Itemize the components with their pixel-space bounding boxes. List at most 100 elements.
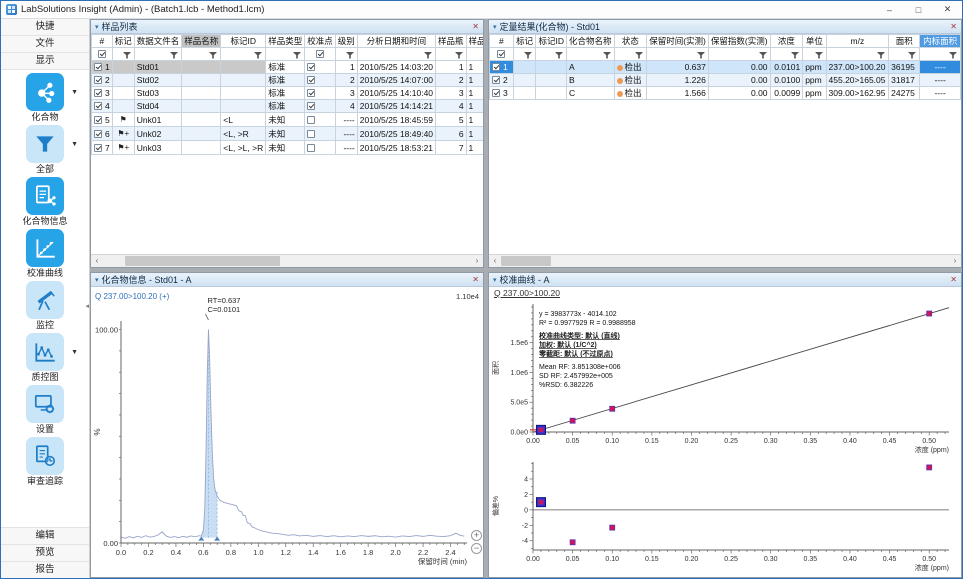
table-cell[interactable]: 1 xyxy=(436,61,467,74)
column-header[interactable]: 面积 xyxy=(889,35,920,48)
table-cell[interactable]: 2 xyxy=(490,74,514,87)
table-cell[interactable] xyxy=(182,87,221,100)
collapse-icon[interactable]: ▾ xyxy=(95,23,99,31)
checkbox[interactable] xyxy=(98,50,106,58)
close-icon[interactable]: ✕ xyxy=(950,275,957,284)
scroll-thumb[interactable] xyxy=(501,256,551,266)
data-point-marker[interactable] xyxy=(570,540,575,545)
checkbox[interactable] xyxy=(94,63,102,71)
column-header[interactable]: 标记 xyxy=(112,35,134,48)
maximize-button[interactable]: □ xyxy=(904,1,933,18)
table-row[interactable]: 7⚑+Unk03<L, >L, >R未知----2010/5/25 18:53:… xyxy=(92,141,484,155)
table-cell[interactable]: 5 xyxy=(92,113,113,127)
table-cell[interactable]: ⚑+ xyxy=(112,141,134,155)
sidebar-tool-calibration-curve[interactable]: 校准曲线 xyxy=(1,229,89,278)
table-cell[interactable]: 2 xyxy=(335,74,357,87)
table-cell[interactable]: 检出 xyxy=(614,74,647,87)
calibration-channel-link[interactable]: Q 237.00>100.20 xyxy=(489,287,961,300)
filter-cell[interactable] xyxy=(803,48,826,61)
table-cell[interactable] xyxy=(513,61,536,74)
table-row[interactable]: 1A检出0.6370.000.0101ppm237.00>100.2036195… xyxy=(490,61,961,74)
filter-cell[interactable] xyxy=(266,48,305,61)
table-cell[interactable]: 0.00 xyxy=(708,74,770,87)
checkbox[interactable] xyxy=(492,89,500,97)
column-header[interactable]: 样品瓶 xyxy=(436,35,467,48)
table-cell[interactable]: 31817 xyxy=(889,74,920,87)
column-header[interactable]: # xyxy=(92,35,113,48)
table-cell[interactable] xyxy=(221,87,266,100)
column-header[interactable]: 浓度 xyxy=(770,35,803,48)
table-cell[interactable]: 未知 xyxy=(266,113,305,127)
scroll-left-arrow[interactable]: ‹ xyxy=(489,255,501,267)
data-point-marker[interactable] xyxy=(927,465,932,470)
filter-cell[interactable] xyxy=(567,48,615,61)
table-cell[interactable]: 2010/5/25 14:10:40 xyxy=(357,87,435,100)
zoom-in-button[interactable]: + xyxy=(471,530,482,541)
sidebar-item-edit[interactable]: 编辑 xyxy=(1,527,89,544)
table-cell[interactable]: 检出 xyxy=(614,61,647,74)
table-cell[interactable]: ⚑ xyxy=(112,113,134,127)
data-point-marker[interactable] xyxy=(927,311,932,316)
filter-cell[interactable] xyxy=(536,48,567,61)
table-cell[interactable] xyxy=(182,113,221,127)
close-icon[interactable]: ✕ xyxy=(950,22,957,31)
table-cell[interactable]: 3 xyxy=(335,87,357,100)
table-cell[interactable]: C xyxy=(567,87,615,100)
table-cell[interactable] xyxy=(182,74,221,87)
column-header[interactable]: 样品类型 xyxy=(266,35,305,48)
filter-cell[interactable] xyxy=(134,48,182,61)
table-cell[interactable]: ⚑+ xyxy=(112,127,134,141)
filter-cell[interactable] xyxy=(614,48,647,61)
table-cell[interactable]: 4 xyxy=(436,100,467,113)
table-cell[interactable] xyxy=(305,100,336,113)
table-cell[interactable] xyxy=(536,61,567,74)
checkbox[interactable] xyxy=(307,89,315,97)
dropdown-arrow-icon[interactable]: ▼ xyxy=(71,89,78,96)
table-cell[interactable] xyxy=(305,113,336,127)
filter-cell[interactable] xyxy=(920,48,961,61)
checkbox[interactable] xyxy=(497,50,505,58)
column-header[interactable]: 化合物名称 xyxy=(567,35,615,48)
checkbox[interactable] xyxy=(307,116,315,124)
table-cell[interactable]: 检出 xyxy=(614,87,647,100)
close-button[interactable]: ✕ xyxy=(933,1,962,18)
column-header[interactable]: 保留时间(实测) xyxy=(647,35,709,48)
table-cell[interactable] xyxy=(305,74,336,87)
table-cell[interactable]: 标准 xyxy=(266,100,305,113)
column-header[interactable]: 数据文件名 xyxy=(134,35,182,48)
table-cell[interactable] xyxy=(182,127,221,141)
table-cell[interactable]: 1 xyxy=(92,61,113,74)
table-cell[interactable]: 2010/5/25 18:49:40 xyxy=(357,127,435,141)
table-cell[interactable]: ppm xyxy=(803,74,826,87)
table-cell[interactable]: ppm xyxy=(803,61,826,74)
table-cell[interactable]: <L, >R xyxy=(221,127,266,141)
sidebar-item-preview[interactable]: 预览 xyxy=(1,544,89,561)
table-cell[interactable]: Unk02 xyxy=(134,127,182,141)
table-cell[interactable]: 1.226 xyxy=(647,74,709,87)
table-cell[interactable]: 309.00>162.95 xyxy=(826,87,889,100)
table-cell[interactable]: Std04 xyxy=(134,100,182,113)
column-header[interactable]: 单位 xyxy=(803,35,826,48)
table-cell[interactable]: 0.0100 xyxy=(770,74,803,87)
table-cell[interactable]: 7 xyxy=(436,141,467,155)
table-cell[interactable] xyxy=(221,74,266,87)
table-cell[interactable]: 标准 xyxy=(266,74,305,87)
table-cell[interactable]: 1 xyxy=(466,87,483,100)
table-cell[interactable] xyxy=(536,87,567,100)
horizontal-scrollbar[interactable]: ‹ › xyxy=(91,254,483,267)
table-cell[interactable]: 3 xyxy=(490,87,514,100)
zoom-out-button[interactable]: − xyxy=(471,543,482,554)
table-cell[interactable]: Unk01 xyxy=(134,113,182,127)
column-header[interactable]: 标记ID xyxy=(536,35,567,48)
table-cell[interactable]: 1 xyxy=(466,127,483,141)
table-cell[interactable]: 标准 xyxy=(266,87,305,100)
table-cell[interactable]: ---- xyxy=(920,87,961,100)
scroll-left-arrow[interactable]: ‹ xyxy=(91,255,103,267)
table-cell[interactable]: ---- xyxy=(920,74,961,87)
table-cell[interactable]: 0.637 xyxy=(647,61,709,74)
table-cell[interactable]: Std01 xyxy=(134,61,182,74)
table-cell[interactable] xyxy=(305,141,336,155)
filter-cell[interactable] xyxy=(112,48,134,61)
table-cell[interactable] xyxy=(305,87,336,100)
table-row[interactable]: 3Std03标准32010/5/25 14:10:4031 xyxy=(92,87,484,100)
